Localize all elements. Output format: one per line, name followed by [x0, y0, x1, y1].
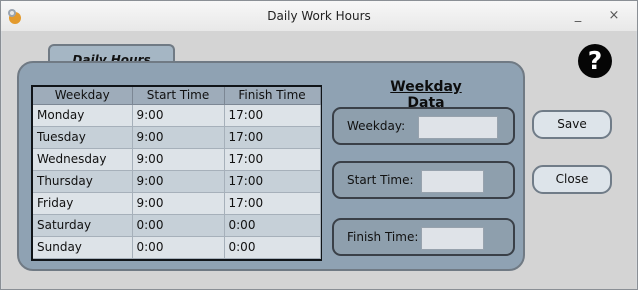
- cell-finish-time[interactable]: 17:00: [224, 148, 321, 171]
- cell-finish-time[interactable]: 17:00: [224, 192, 321, 215]
- cell-start-time[interactable]: 9:00: [132, 126, 225, 149]
- column-header-finish-time[interactable]: Finish Time: [224, 87, 321, 105]
- weekday-input[interactable]: [418, 116, 498, 139]
- cell-finish-time[interactable]: 17:00: [224, 104, 321, 127]
- cell-finish-time[interactable]: 17:00: [224, 126, 321, 149]
- cell-start-time[interactable]: 9:00: [132, 192, 225, 215]
- table-row[interactable]: Saturday 0:00 0:00: [33, 214, 321, 237]
- cell-start-time[interactable]: 9:00: [132, 104, 225, 127]
- cell-finish-time[interactable]: 17:00: [224, 170, 321, 193]
- table-row[interactable]: Monday 9:00 17:00: [33, 104, 321, 127]
- daily-hours-panel: Weekday Start Time Finish Time Monday 9:…: [17, 61, 525, 271]
- cell-weekday[interactable]: Wednesday: [33, 148, 133, 171]
- finish-time-label: Finish Time:: [347, 230, 419, 244]
- cell-finish-time[interactable]: 0:00: [224, 236, 321, 259]
- start-time-label: Start Time:: [347, 173, 414, 187]
- start-time-field-group: Start Time:: [332, 161, 515, 199]
- table-row[interactable]: Wednesday 9:00 17:00: [33, 148, 321, 171]
- cell-weekday[interactable]: Friday: [33, 192, 133, 215]
- column-header-weekday[interactable]: Weekday: [33, 87, 133, 105]
- window-title: Daily Work Hours: [267, 9, 371, 23]
- cell-start-time[interactable]: 9:00: [132, 148, 225, 171]
- cell-weekday[interactable]: Sunday: [33, 236, 133, 259]
- table-row[interactable]: Tuesday 9:00 17:00: [33, 126, 321, 149]
- column-header-start-time[interactable]: Start Time: [132, 87, 225, 105]
- cell-weekday[interactable]: Tuesday: [33, 126, 133, 149]
- start-time-input[interactable]: [421, 170, 484, 193]
- save-button[interactable]: Save: [532, 110, 612, 139]
- table-header-row: Weekday Start Time Finish Time: [33, 87, 321, 105]
- weekday-field-group: Weekday:: [332, 107, 515, 145]
- weekday-label: Weekday:: [347, 119, 406, 133]
- finish-time-field-group: Finish Time:: [332, 218, 515, 256]
- table-row[interactable]: Friday 9:00 17:00: [33, 192, 321, 215]
- question-mark-icon: ?: [587, 46, 603, 75]
- cell-finish-time[interactable]: 0:00: [224, 214, 321, 237]
- close-button[interactable]: Close: [532, 165, 612, 194]
- table-row[interactable]: Thursday 9:00 17:00: [33, 170, 321, 193]
- client-area: ? Daily Hours Weekday Start Time Finish …: [2, 31, 636, 289]
- table-row[interactable]: Sunday 0:00 0:00: [33, 236, 321, 259]
- minimize-button[interactable]: _: [568, 7, 588, 25]
- title-bar[interactable]: Daily Work Hours _ ×: [1, 1, 637, 31]
- finish-time-input[interactable]: [421, 227, 484, 250]
- cell-start-time[interactable]: 0:00: [132, 214, 225, 237]
- cell-start-time[interactable]: 9:00: [132, 170, 225, 193]
- cell-weekday[interactable]: Thursday: [33, 170, 133, 193]
- app-window: Daily Work Hours _ × ? Daily Hours Weekd…: [0, 0, 638, 290]
- hours-table[interactable]: Weekday Start Time Finish Time Monday 9:…: [31, 85, 322, 261]
- cell-start-time[interactable]: 0:00: [132, 236, 225, 259]
- cell-weekday[interactable]: Saturday: [33, 214, 133, 237]
- cell-weekday[interactable]: Monday: [33, 104, 133, 127]
- window-close-button[interactable]: ×: [604, 7, 624, 25]
- help-button[interactable]: ?: [578, 44, 612, 78]
